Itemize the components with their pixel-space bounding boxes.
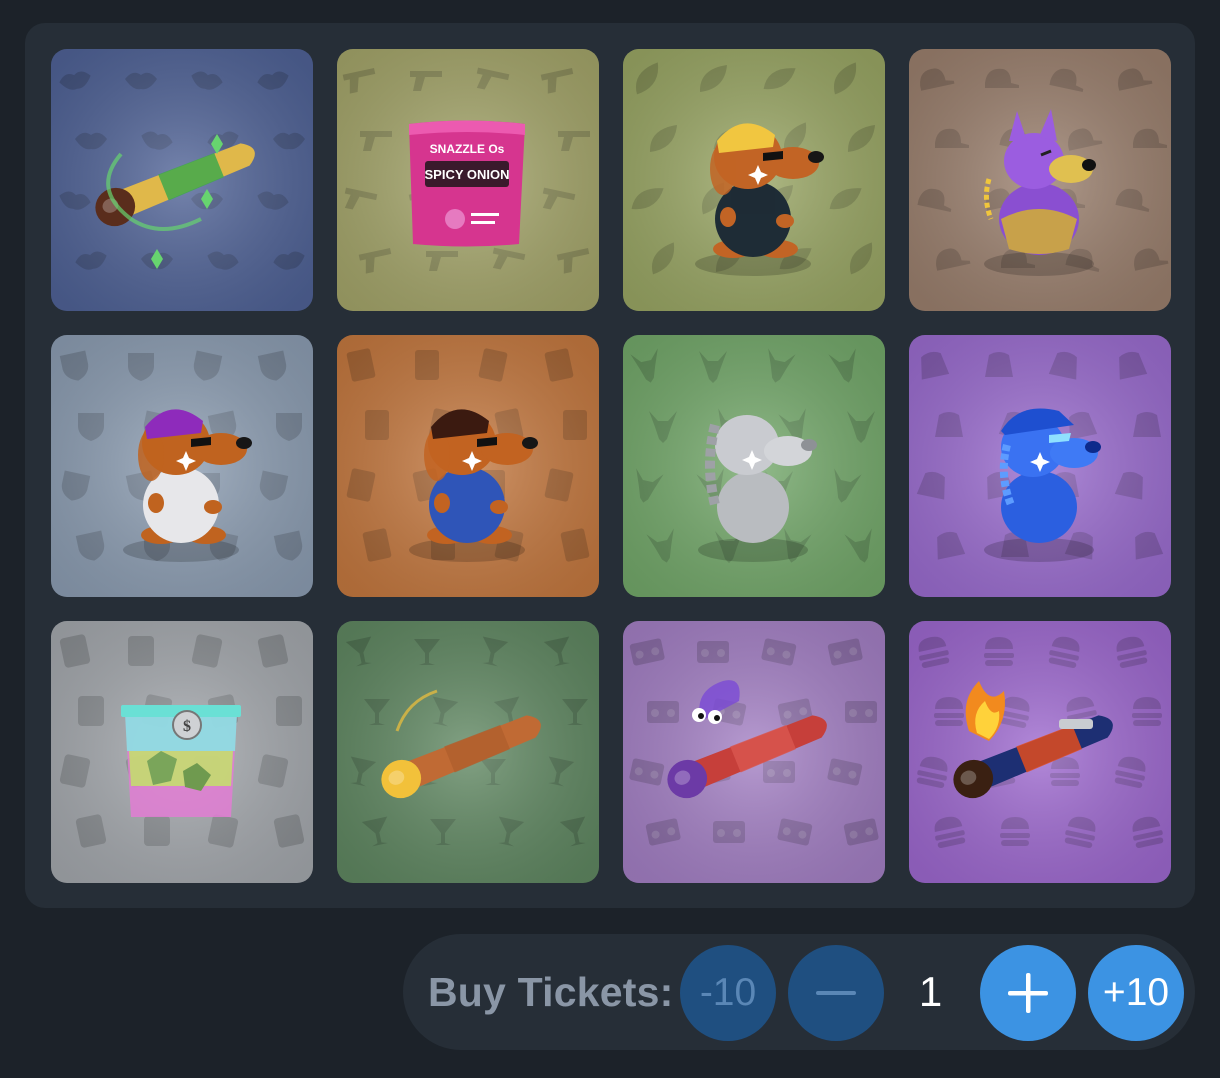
prize-grid: SNAZZLE Os SPICY ONION $ — [51, 49, 1171, 883]
blue-dog-item[interactable] — [909, 335, 1171, 597]
purple-doberman-icon — [909, 49, 1171, 311]
dog-braids-sunglasses-icon — [337, 335, 599, 597]
rainbow-joint-icon — [51, 49, 313, 311]
coin-symbol: $ — [183, 718, 191, 735]
snack-brand: SNAZZLE Os — [430, 142, 505, 156]
plus-ten-button[interactable]: +10 — [1088, 945, 1184, 1041]
snack-flavor: SPICY ONION — [424, 167, 509, 182]
ticket-purchase-bar: Buy Tickets: -10 1 +10 — [403, 934, 1195, 1050]
ticket-quantity: 1 — [918, 968, 943, 1015]
prize-panel: SNAZZLE Os SPICY ONION $ — [25, 23, 1195, 908]
rainbow-money-bag-item[interactable]: $ — [51, 621, 313, 883]
blue-dog-icon — [909, 335, 1171, 597]
spicy-onion-snack-bag-icon: SNAZZLE Os SPICY ONION — [337, 49, 599, 311]
plus-icon — [1008, 973, 1048, 1013]
dog-with-sunglasses-item[interactable] — [623, 49, 885, 311]
spooky-joint-item[interactable] — [623, 621, 885, 883]
increment-button[interactable] — [980, 945, 1076, 1041]
dog-braids-sunglasses-item[interactable] — [337, 335, 599, 597]
minus-ten-button[interactable]: -10 — [680, 945, 776, 1041]
buy-tickets-label: Buy Tickets: — [428, 969, 674, 1015]
silver-dog-icon — [623, 335, 885, 597]
minus-icon — [816, 991, 856, 995]
purple-doberman-item[interactable] — [909, 49, 1171, 311]
dog-with-sunglasses-icon — [623, 49, 885, 311]
flame-joint-item[interactable] — [909, 621, 1171, 883]
golden-joint-icon — [337, 621, 599, 883]
spicy-onion-snack-bag-item[interactable]: SNAZZLE Os SPICY ONION — [337, 49, 599, 311]
rainbow-money-bag-icon: $ — [51, 621, 313, 883]
decrement-button[interactable] — [788, 945, 884, 1041]
flame-joint-icon — [909, 621, 1171, 883]
spooky-joint-icon — [623, 621, 885, 883]
dog-purple-bandana-icon — [51, 335, 313, 597]
dog-purple-bandana-item[interactable] — [51, 335, 313, 597]
silver-dog-item[interactable] — [623, 335, 885, 597]
golden-joint-item[interactable] — [337, 621, 599, 883]
rainbow-joint-item[interactable] — [51, 49, 313, 311]
